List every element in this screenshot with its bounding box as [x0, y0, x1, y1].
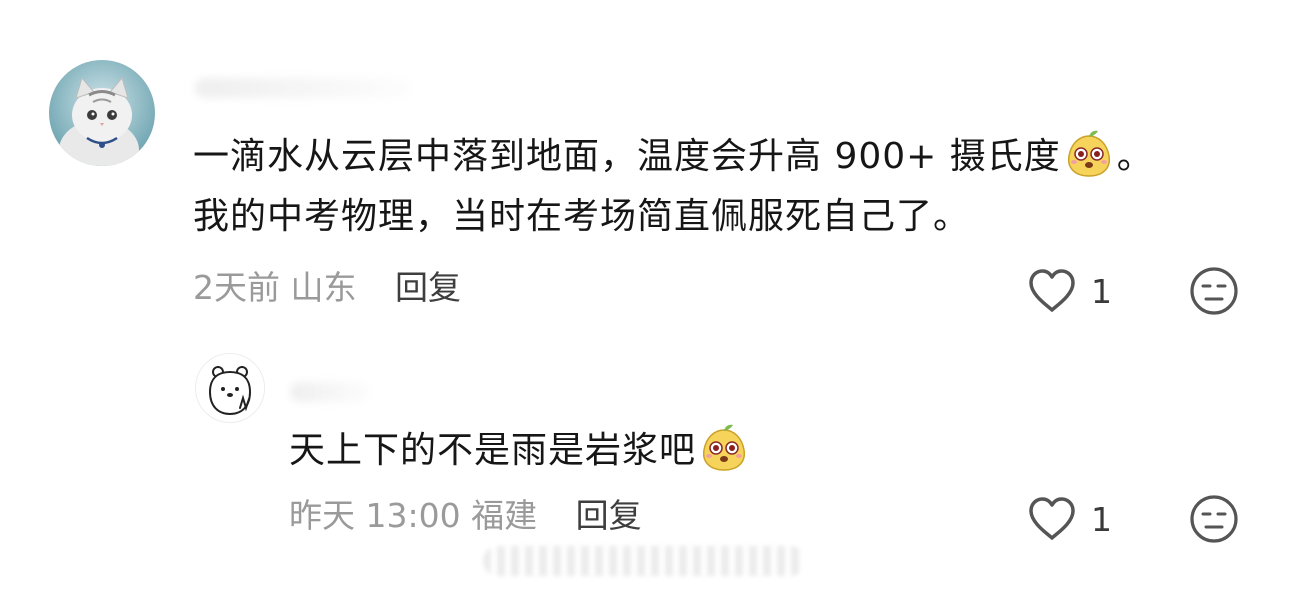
comment-meta: 昨天 13:00 福建 回复 [289, 494, 642, 538]
neutral-face-icon [1190, 267, 1238, 315]
username[interactable] [290, 382, 370, 402]
comment-meta: 2天前 山东 回复 [193, 266, 461, 310]
comment-text-line2: 我的中考物理，当时在考场简直佩服死自己了。 [193, 196, 971, 237]
like-count: 1 [1091, 271, 1112, 311]
reply-button[interactable]: 回复 [576, 496, 642, 535]
comment-time: 昨天 13:00 [289, 496, 461, 535]
pear-face-emoji-icon [1063, 128, 1115, 180]
like-count: 1 [1091, 499, 1112, 539]
comment-text-line1: 一滴水从云层中落到地面，温度会升高 900+ 摄氏度 [193, 136, 1061, 177]
username[interactable] [195, 78, 410, 98]
avatar[interactable] [195, 353, 265, 423]
heart-outline-icon [1029, 497, 1075, 540]
neutral-face-icon [1190, 495, 1238, 543]
pear-face-emoji-icon [698, 422, 750, 474]
comment-text: 天上下的不是雨是岩浆吧 [289, 421, 752, 481]
dislike-button[interactable] [1189, 494, 1239, 544]
like-button[interactable]: 1 [1027, 494, 1112, 544]
cat-photo-avatar-icon [49, 60, 155, 166]
comment-text-line1-end: 。 [1116, 136, 1154, 177]
heart-outline-icon [1029, 269, 1075, 312]
like-button[interactable]: 1 [1027, 266, 1112, 316]
comment-text-line1: 天上下的不是雨是岩浆吧 [289, 430, 697, 471]
comment-time: 2天前 [193, 268, 280, 307]
comment-text: 一滴水从云层中落到地面，温度会升高 900+ 摄氏度 。 我的中考物理，当时在考… [193, 127, 1154, 247]
comment-location: 福建 [471, 496, 538, 535]
avatar[interactable] [49, 60, 155, 166]
reply-button[interactable]: 回复 [395, 268, 461, 307]
dislike-button[interactable] [1189, 266, 1239, 316]
comment-location: 山东 [290, 268, 357, 307]
watermark [483, 546, 805, 576]
bear-doodle-avatar-icon [196, 354, 264, 422]
